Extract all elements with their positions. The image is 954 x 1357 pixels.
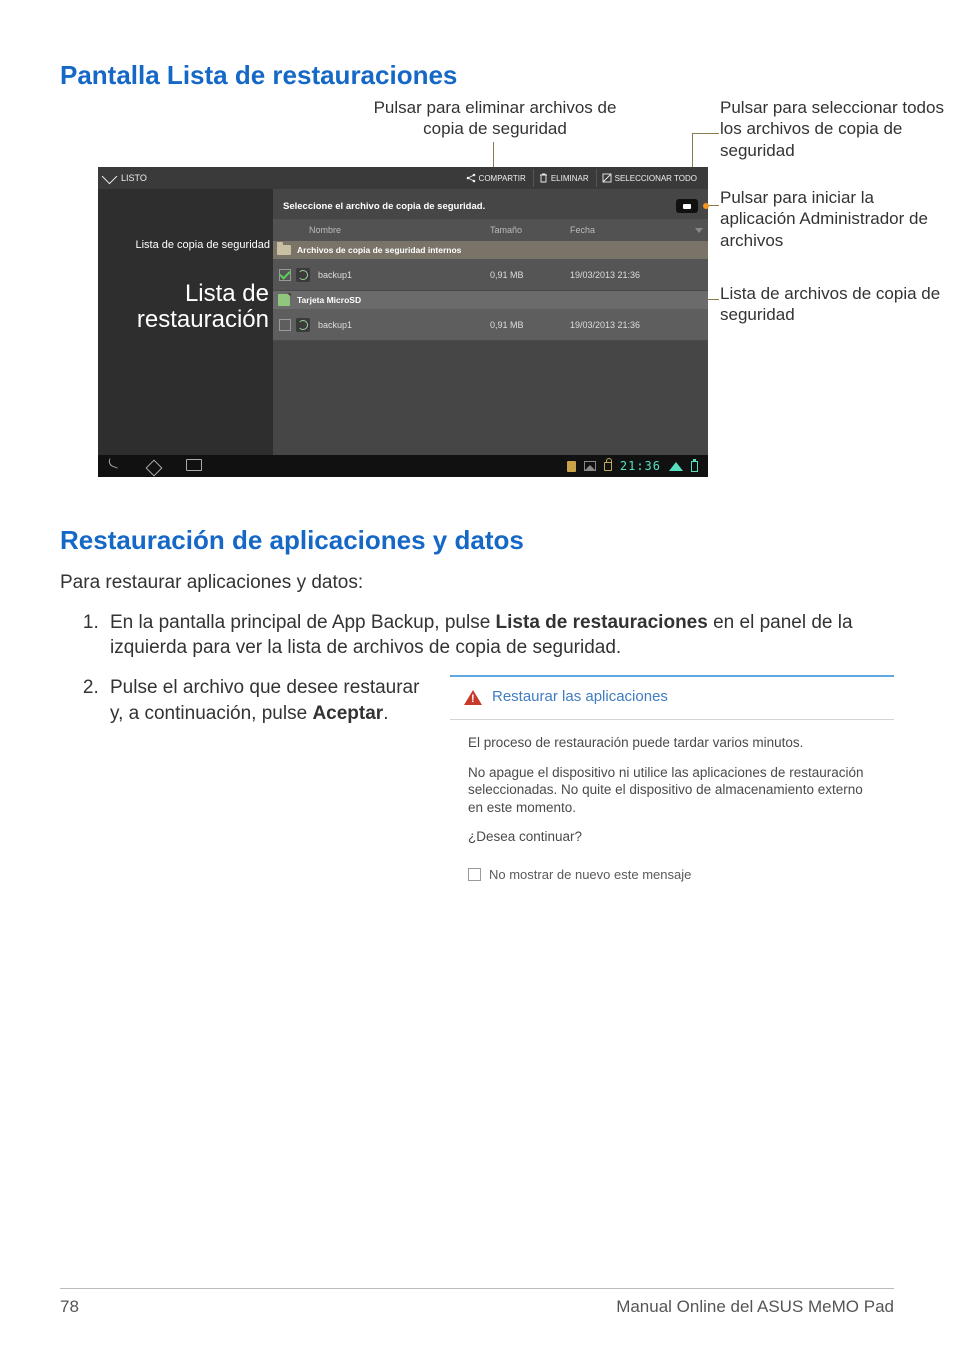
dialog-title: Restaurar las aplicaciones [492,687,668,707]
row-date: 19/03/2013 21:36 [570,270,690,280]
share-label: COMPARTIR [479,174,526,183]
dialog-p3: ¿Desea continuar? [468,828,876,846]
section1-title: Pantalla Lista de restauraciones [60,60,894,91]
chevron-down-icon [695,228,703,233]
step1-text-b: Lista de restauraciones [496,612,708,633]
gallery-status-icon [584,461,596,471]
sort-indicator[interactable] [690,228,708,233]
step-1: En la pantalla principal de App Backup, … [104,610,894,661]
dialog-p2: No apague el dispositivo ni utilice las … [468,764,876,817]
back-icon[interactable] [108,460,122,472]
backup-file-icon [296,318,310,332]
step2-text-c: . [383,703,388,724]
panel-title: Seleccione el archivo de copia de seguri… [283,201,485,212]
done-button[interactable]: LISTO [104,171,147,185]
section2-intro: Para restaurar aplicaciones y datos: [60,570,894,596]
file-manager-button[interactable] [676,199,698,213]
backup-file-icon [296,268,310,282]
battery-icon [691,461,698,472]
select-all-button[interactable]: SELECCIONAR TODO [596,169,702,187]
row-name: backup1 [310,320,490,330]
table-row[interactable]: backup1 0,91 MB 19/03/2013 21:36 [273,309,708,341]
row-checkbox[interactable] [279,269,291,281]
topbar-actions: COMPARTIR ELIMINAR SELECCIONAR TODO [461,169,702,187]
label-backup-list: Lista de copia de seguridad [100,239,270,251]
row-checkbox[interactable] [279,319,291,331]
callout-file-manager: Pulsar para iniciar la aplicación Admini… [720,187,950,251]
dialog-p1: El proceso de restauración puede tardar … [468,734,876,752]
callout-select-all: Pulsar para seleccionar todos los archiv… [720,97,950,161]
done-label: LISTO [121,173,147,183]
delete-label: ELIMINAR [551,174,589,183]
group-internal-label: Archivos de copia de seguridad internos [297,245,461,255]
lock-icon [604,462,612,471]
row-size: 0,91 MB [490,270,570,280]
row-name: backup1 [310,270,490,280]
select-all-label: SELECCIONAR TODO [615,174,697,183]
group-sd-label: Tarjeta MicroSD [297,295,361,305]
row-date: 19/03/2013 21:36 [570,320,690,330]
device-topbar: LISTO COMPARTIR ELIMINAR SELECCIONAR TOD… [98,167,708,189]
share-button[interactable]: COMPARTIR [461,169,531,187]
label-restore-list: Lista de restauración [74,281,269,334]
home-icon[interactable] [148,460,162,472]
step-2: Pulse el archivo que desee restaurar y, … [104,675,894,896]
col-name-header[interactable]: Nombre [303,225,490,235]
trash-icon [539,173,548,183]
group-sd[interactable]: Tarjeta MicroSD [273,291,708,309]
page-number: 78 [60,1297,79,1317]
step2-text-b: Aceptar [312,703,383,724]
group-internal[interactable]: Archivos de copia de seguridad internos [273,241,708,259]
callout-backup-list: Lista de archivos de copia de seguridad [720,283,950,326]
sd-status-icon [567,461,576,472]
sdcard-icon [278,294,290,306]
restore-dialog: Restaurar las aplicaciones El proceso de… [450,675,894,896]
device-navbar: 21:36 [98,455,708,477]
col-size-header[interactable]: Tamaño [490,225,570,235]
select-all-icon [602,173,612,183]
table-header: Nombre Tamaño Fecha [273,219,708,241]
delete-button[interactable]: ELIMINAR [533,169,594,187]
callout-line [692,133,719,134]
status-led-icon [703,203,709,209]
dont-show-label: No mostrar de nuevo este mensaje [489,866,691,884]
device-right-pane: Seleccione el archivo de copia de seguri… [273,189,708,455]
recent-apps-icon[interactable] [188,461,202,471]
page-footer: 78 Manual Online del ASUS MeMO Pad [60,1288,894,1317]
section2-title: Restauración de aplicaciones y datos [60,525,894,556]
step1-text-a: En la pantalla principal de App Backup, … [110,612,496,633]
col-date-header[interactable]: Fecha [570,225,690,235]
dont-show-checkbox[interactable] [468,868,481,881]
footer-text: Manual Online del ASUS MeMO Pad [616,1297,894,1317]
row-size: 0,91 MB [490,320,570,330]
share-icon [466,173,476,183]
wifi-icon [669,462,683,471]
status-clock: 21:36 [620,459,661,473]
restore-list-figure: Pulsar para eliminar archivos de copia d… [60,105,894,485]
check-icon [102,169,118,185]
callout-top: Pulsar para eliminar archivos de copia d… [360,97,630,140]
folder-icon [277,245,291,255]
warning-icon [464,690,482,705]
table-row[interactable]: backup1 0,91 MB 19/03/2013 21:36 [273,259,708,291]
